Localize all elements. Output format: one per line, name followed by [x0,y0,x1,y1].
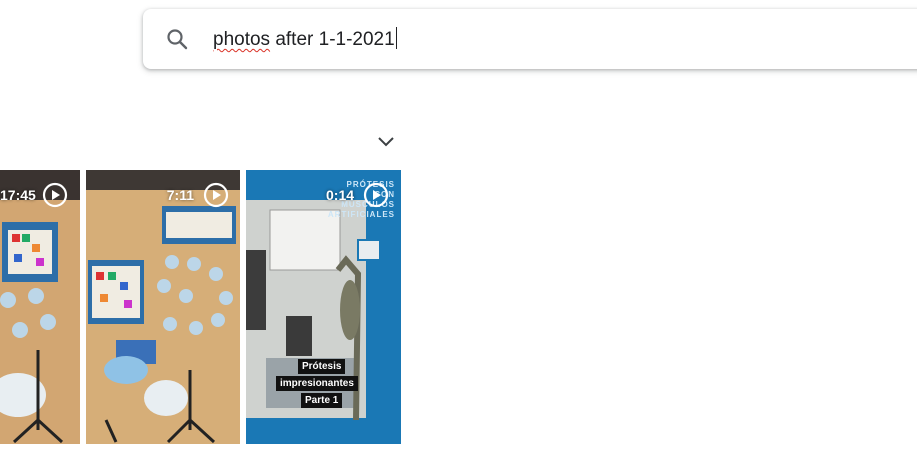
thumbnail-image [0,170,80,444]
search-input[interactable]: photos after 1-1-2021 [213,27,397,52]
chevron-down-icon[interactable] [376,132,396,152]
play-circle-icon [203,182,229,208]
video-duration: 0:14 [326,187,355,203]
video-thumbnail-1[interactable]: 17:45 [0,170,80,444]
video-caption: Parte 1 [301,393,343,408]
play-circle-icon [42,182,68,208]
text-caret [395,27,397,49]
video-duration: 7:11 [166,187,194,203]
video-thumbnail-3[interactable]: PRÓTESIS CON MÚSCULOS ARTIFICIALES 0:14 … [246,170,401,444]
search-icon[interactable] [165,27,189,51]
video-duration: 17:45 [0,187,36,203]
play-circle-icon [363,182,389,208]
video-caption: impresionantes [276,376,358,391]
video-thumbnail-2[interactable]: 7:11 [86,170,240,444]
brand-line: ARTIFICIALES [327,210,395,219]
search-input-rest: after 1-1-2021 [270,29,395,50]
search-input-misspelled-word: photos [213,29,271,50]
thumbnail-image [86,170,240,444]
video-caption: Prótesis [298,359,346,374]
search-bar[interactable]: photos after 1-1-2021 [143,9,917,69]
